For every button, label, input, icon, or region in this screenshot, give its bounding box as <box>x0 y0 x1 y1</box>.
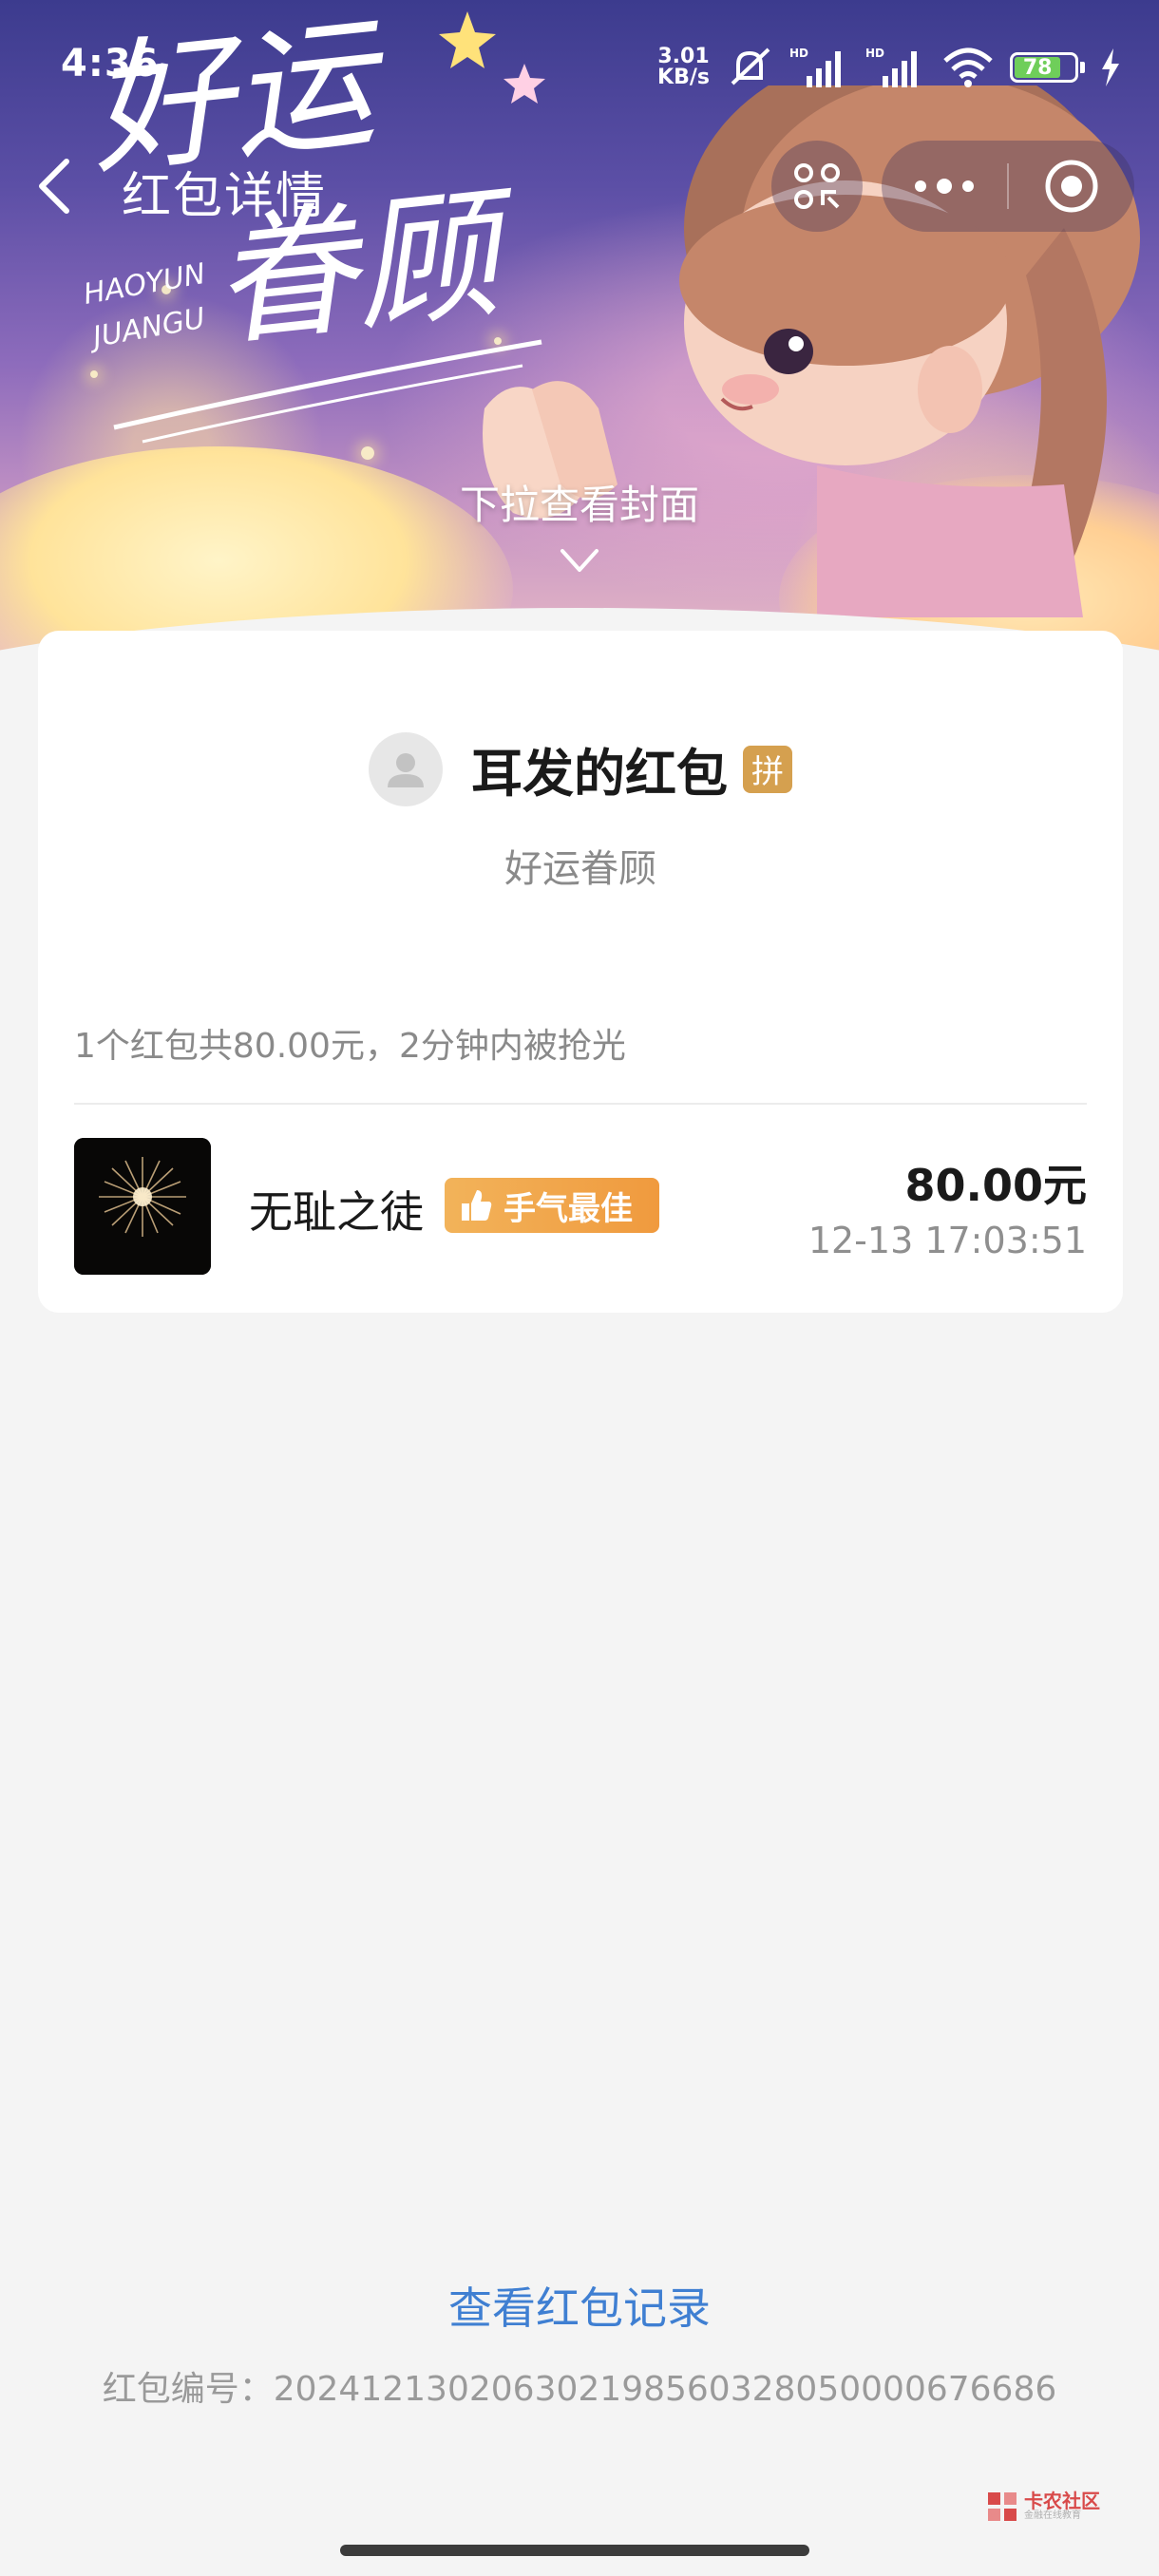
more-button[interactable] <box>882 141 1007 232</box>
received-time: 12-13 17:03:51 <box>808 1220 1087 1261</box>
fireworks-avatar-image <box>74 1138 211 1275</box>
sender-row: 耳发的红包 拼 <box>38 731 1123 806</box>
received-amount: 80.00元 <box>904 1160 1087 1211</box>
mute-icon <box>731 47 770 85</box>
watermark-icon <box>988 2492 1016 2521</box>
status-icons: 3.01 KB/s HD HD 78 <box>657 42 1121 93</box>
user-icon <box>388 752 424 787</box>
close-button[interactable] <box>1009 141 1134 232</box>
signal-icon: HD <box>789 47 841 87</box>
target-close-icon <box>1045 160 1098 213</box>
scan-button[interactable] <box>771 141 863 232</box>
avatar[interactable] <box>369 731 443 806</box>
best-luck-label: 手气最佳 <box>504 1189 633 1228</box>
charging-icon <box>1102 48 1119 86</box>
watermark-title: 卡农社区 <box>1024 2490 1100 2512</box>
sender-name: 耳发的红包 <box>471 744 728 804</box>
speed-unit: KB/s <box>657 66 710 89</box>
packet-summary: 1个红包共80.00元，2分钟内被抢光 <box>74 1027 626 1066</box>
scan-icon <box>794 163 840 209</box>
battery-level: 78 <box>1015 56 1061 80</box>
svg-text:JUANGU: JUANGU <box>86 302 207 355</box>
receiver-name: 无耻之徒 <box>249 1186 424 1238</box>
best-luck-badge: 手气最佳 <box>445 1178 659 1233</box>
status-time: 4:36 <box>61 42 160 85</box>
home-indicator[interactable] <box>340 2545 809 2556</box>
svg-text:HD: HD <box>865 47 884 60</box>
star-decoration <box>439 11 545 104</box>
network-speed: 3.01 KB/s <box>657 47 710 88</box>
page: 好运 眷顾 HAOYUN JUANGU 下拉查看封面 4:36 3.01 KB/… <box>0 0 1159 2576</box>
red-packet-card: 耳发的红包 拼 好运眷顾 1个红包共80.00元，2分钟内被抢光 无耻之徒 手气… <box>38 631 1123 1313</box>
view-records-link[interactable]: 查看红包记录 <box>0 2274 1159 2337</box>
thumb-up-icon <box>462 1190 492 1221</box>
signal-icon: HD <box>865 47 917 87</box>
back-button[interactable] <box>34 152 91 220</box>
packet-serial-number: 红包编号：20241213020630219856032805000067668… <box>102 2370 1057 2409</box>
wifi-icon <box>943 47 993 87</box>
group-packet-badge: 拼 <box>743 745 792 793</box>
cover-image[interactable]: 好运 眷顾 HAOYUN JUANGU 下拉查看封面 <box>0 0 1159 665</box>
chevron-left-icon <box>39 159 69 214</box>
blessing-text: 好运眷顾 <box>504 847 656 891</box>
divider <box>74 1103 1087 1105</box>
speed-value: 3.01 <box>657 45 710 68</box>
svg-text:HD: HD <box>789 47 808 60</box>
chevron-down-icon[interactable] <box>557 543 602 578</box>
pull-cover-hint[interactable]: 下拉查看封面 <box>0 473 1159 531</box>
battery-icon: 78 <box>1010 52 1085 83</box>
mini-program-capsule <box>882 141 1134 232</box>
more-dots-icon <box>915 179 974 194</box>
watermark-logo: 卡农社区 金融在线教育 <box>986 2491 1100 2523</box>
list-item[interactable]: 无耻之徒 手气最佳 80.00元 12-13 17:03:51 <box>74 1138 1087 1277</box>
page-title: 红包详情 <box>122 168 328 225</box>
avatar[interactable] <box>74 1138 211 1275</box>
